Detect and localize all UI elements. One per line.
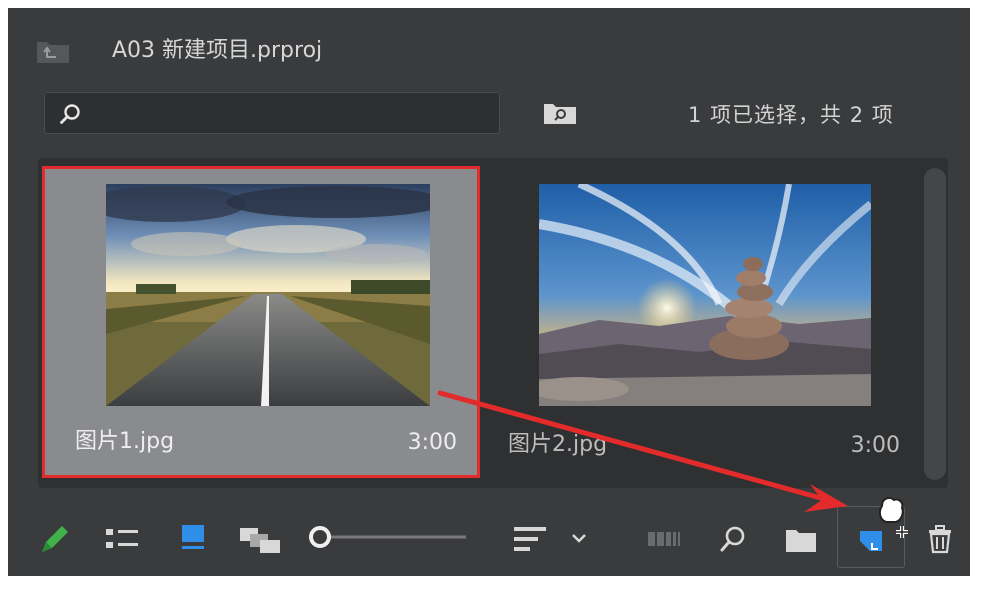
item-name: 图片2.jpg: [508, 432, 608, 457]
clear-trash-icon[interactable]: [926, 524, 954, 554]
search-input[interactable]: [44, 92, 500, 134]
media-grid: 图片1.jpg 3:00 图片2.jpg 3:00: [38, 158, 948, 488]
hand-cursor-icon: [878, 497, 908, 538]
item-duration: 3:00: [407, 430, 457, 455]
stone-cairn-sunset-image: [539, 184, 871, 406]
sort-icons-icon[interactable]: [512, 524, 548, 554]
zoom-slider-track: [309, 526, 466, 548]
project-title: A03 新建项目.prproj: [112, 38, 323, 63]
road-landscape-image: [106, 184, 430, 406]
search-icon: [60, 104, 80, 124]
folder-up-icon[interactable]: [36, 38, 70, 64]
selection-count: 1 项已选择，共 2 项: [688, 103, 894, 127]
zoom-slider-handle: [309, 526, 331, 548]
bottom-toolbar: [8, 497, 970, 576]
media-item[interactable]: 图片1.jpg 3:00: [42, 166, 480, 478]
vertical-scrollbar[interactable]: [924, 168, 946, 480]
item-duration: 3:00: [850, 433, 900, 458]
automate-to-sequence-icon[interactable]: [646, 530, 684, 548]
freeform-view-icon[interactable]: [238, 524, 284, 556]
sort-dropdown-chevron-icon[interactable]: [570, 532, 588, 546]
media-item[interactable]: 图片2.jpg 3:00: [500, 166, 938, 478]
write-protect-pencil-icon[interactable]: [36, 522, 72, 558]
project-panel: A03 新建项目.prproj 1 项已选择，共 2 项 图片1.jpg 3:0…: [8, 8, 970, 576]
find-icon[interactable]: [718, 524, 748, 554]
icon-view-icon[interactable]: [178, 522, 210, 554]
new-bin-icon[interactable]: [784, 526, 818, 554]
find-in-bin-icon[interactable]: [543, 101, 577, 125]
list-view-icon[interactable]: [104, 526, 140, 552]
zoom-slider[interactable]: [308, 522, 468, 552]
item-name: 图片1.jpg: [75, 429, 175, 454]
